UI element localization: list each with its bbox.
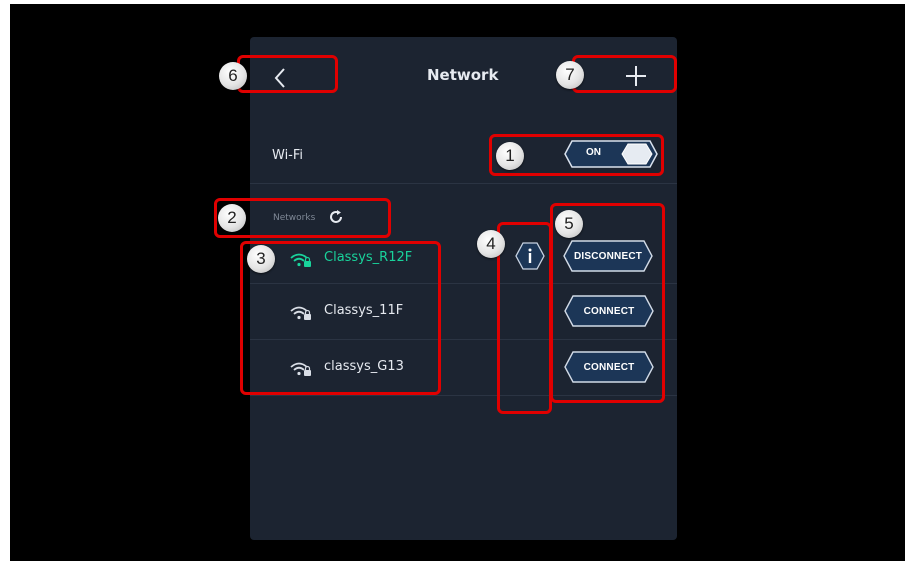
callout-badge: 7 — [556, 61, 584, 89]
callout-badge: 4 — [477, 230, 505, 258]
callout-badge: 5 — [555, 210, 583, 238]
callout-badge: 1 — [496, 142, 524, 170]
callout-badge: 3 — [247, 245, 275, 273]
callout-badge: 6 — [219, 62, 247, 90]
wifi-label: Wi-Fi — [272, 148, 304, 163]
callout-box-7 — [572, 55, 677, 93]
callout-badge: 2 — [218, 204, 246, 232]
separator — [250, 183, 677, 184]
callout-box-6 — [237, 55, 338, 93]
callout-box-4 — [497, 222, 552, 414]
page-title: Network — [427, 66, 499, 84]
